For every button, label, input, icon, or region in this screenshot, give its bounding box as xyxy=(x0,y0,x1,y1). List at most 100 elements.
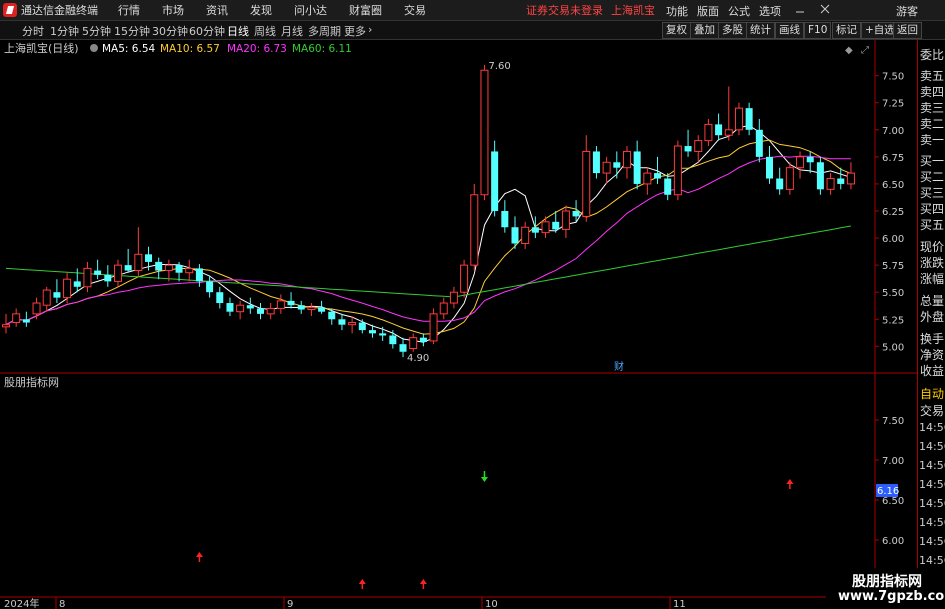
candle-body xyxy=(53,292,61,298)
multi-stock-button[interactable]: 多股 xyxy=(718,22,747,39)
guest-label[interactable]: 游客 xyxy=(896,3,918,19)
tab-5min[interactable]: 5分钟 xyxy=(82,23,111,39)
tab-daily[interactable]: 日线 xyxy=(227,23,249,39)
ma60-label: MA60: 6.11 xyxy=(292,43,352,55)
price-tick-label: 5.50 xyxy=(882,288,904,299)
candle-body xyxy=(826,178,835,190)
candle-body xyxy=(592,151,600,174)
candle-body xyxy=(94,270,102,275)
candle-body xyxy=(276,300,285,309)
watermark-url: www.7gpzb.com xyxy=(838,589,945,604)
ma5-label: MA5: 6.54 xyxy=(102,43,155,55)
tab-weekly[interactable]: 周线 xyxy=(254,23,276,39)
title-bar: 通达信金融终端 行情 市场 资讯 发现 问小达 财富圈 交易 证券交易未登录 上… xyxy=(0,0,945,21)
tab-timeshare[interactable]: 分时 xyxy=(22,23,44,39)
ma-line xyxy=(5,124,852,343)
menu-news[interactable]: 资讯 xyxy=(206,2,228,18)
candle-body xyxy=(368,330,376,334)
menu-wealth[interactable]: 财富圈 xyxy=(349,2,382,18)
tab-15min[interactable]: 15分钟 xyxy=(114,23,150,39)
candle-body xyxy=(582,150,591,217)
candle-body xyxy=(287,300,295,306)
back-button[interactable]: 返回 xyxy=(893,22,922,39)
candle-body xyxy=(531,227,539,233)
candles xyxy=(2,64,855,358)
period-toolbar: 分时 1分钟 5分钟 15分钟 30分钟 60分钟 日线 周线 月线 多周期 更… xyxy=(0,21,945,40)
candle-body xyxy=(175,265,183,273)
panel-tab-trades[interactable]: 交易 xyxy=(920,402,944,419)
draw-line-button[interactable]: 画线 xyxy=(775,22,804,39)
menu-ask[interactable]: 问小达 xyxy=(294,2,327,18)
menu-market[interactable]: 市场 xyxy=(162,2,184,18)
chevron-right-icon[interactable]: › xyxy=(368,23,372,36)
menu-layout[interactable]: 版面 xyxy=(697,3,719,19)
close-icon[interactable] xyxy=(820,4,830,14)
tab-monthly[interactable]: 月线 xyxy=(281,23,303,39)
candle-body xyxy=(745,108,753,130)
candle-body xyxy=(785,167,794,190)
candle-body xyxy=(32,302,41,315)
adjust-button[interactable]: 复权 xyxy=(662,22,691,39)
menu-trade[interactable]: 交易 xyxy=(404,2,426,18)
candle-body xyxy=(124,265,132,271)
candle-body xyxy=(185,267,194,274)
price-tick-label: 5.00 xyxy=(882,342,904,353)
chart-menu-icon[interactable] xyxy=(90,44,98,52)
tab-1min[interactable]: 1分钟 xyxy=(50,23,79,39)
candle-body xyxy=(470,194,479,266)
indicator-title: 股朋指标网 xyxy=(4,375,59,389)
mark-button[interactable]: 标记 xyxy=(832,22,861,39)
candle-body xyxy=(134,253,143,272)
chevron-up-icon[interactable]: ◆ xyxy=(845,45,853,56)
candle-body xyxy=(613,162,621,168)
kline-chart[interactable]: 上海凯宝(日线) MA5: 6.54 MA10: 6.57 MA20: 6.73… xyxy=(0,40,917,609)
candle-body xyxy=(155,261,163,271)
trade-time: 14:56 xyxy=(919,478,945,491)
panel-turnover: 换手 xyxy=(920,332,945,346)
minimize-icon[interactable] xyxy=(795,4,805,14)
login-alert[interactable]: 证券交易未登录 xyxy=(526,2,603,18)
stats-button[interactable]: 统计 xyxy=(746,22,775,39)
candle-body xyxy=(318,307,326,312)
tab-30min[interactable]: 30分钟 xyxy=(152,23,188,39)
indicator-tick-label: 6.50 xyxy=(882,496,904,507)
menu-discover[interactable]: 发现 xyxy=(250,2,272,18)
overlay-button[interactable]: 叠加 xyxy=(690,22,719,39)
menu-quotes[interactable]: 行情 xyxy=(118,2,140,18)
candle-body xyxy=(257,308,264,314)
menu-function[interactable]: 功能 xyxy=(666,3,688,19)
panel-ask3: 卖三 xyxy=(920,101,945,115)
trade-time: 14:56 xyxy=(919,554,945,567)
candle-body xyxy=(348,322,357,326)
candle-body xyxy=(491,151,499,211)
candle-body xyxy=(776,178,784,190)
price-tick-label: 6.25 xyxy=(882,207,904,218)
watermark-title: 股朋指标网 xyxy=(852,574,922,590)
candle-body xyxy=(113,264,122,282)
ma10-label: MA10: 6.57 xyxy=(160,43,220,55)
candle-body xyxy=(633,151,641,184)
panel-ask1: 卖一 xyxy=(920,133,945,147)
finance-event-marker[interactable]: 财 xyxy=(614,360,624,373)
price-tick-label: 5.25 xyxy=(882,315,904,326)
ma-line xyxy=(5,155,851,326)
panel-tab-auto[interactable]: 自动 xyxy=(920,385,944,402)
signal-arrows xyxy=(195,471,794,589)
panel-bid1: 买一 xyxy=(920,154,945,168)
candle-body xyxy=(236,304,245,313)
panel-bid4: 买四 xyxy=(920,202,945,216)
trade-time: 14:56 xyxy=(919,535,945,548)
f10-button[interactable]: F10 xyxy=(804,22,832,39)
expand-icon[interactable]: ⤢ xyxy=(861,45,869,56)
menu-options[interactable]: 选项 xyxy=(759,3,781,19)
price-axis: 7.50 7.25 7.00 6.75 6.50 6.25 6.00 5.75 5.50 5.25… xyxy=(875,72,904,353)
menu-formula[interactable]: 公式 xyxy=(728,3,750,19)
tab-multiperiod[interactable]: 多周期 xyxy=(308,23,341,39)
tab-more[interactable]: 更多 xyxy=(344,23,366,39)
xaxis-year: 2024年 xyxy=(4,597,39,609)
tab-60min[interactable]: 60分钟 xyxy=(189,23,225,39)
panel-earnings: 收益 xyxy=(920,364,945,378)
candle-body xyxy=(297,305,305,310)
candle-body xyxy=(216,292,224,304)
candle-body xyxy=(419,337,427,343)
